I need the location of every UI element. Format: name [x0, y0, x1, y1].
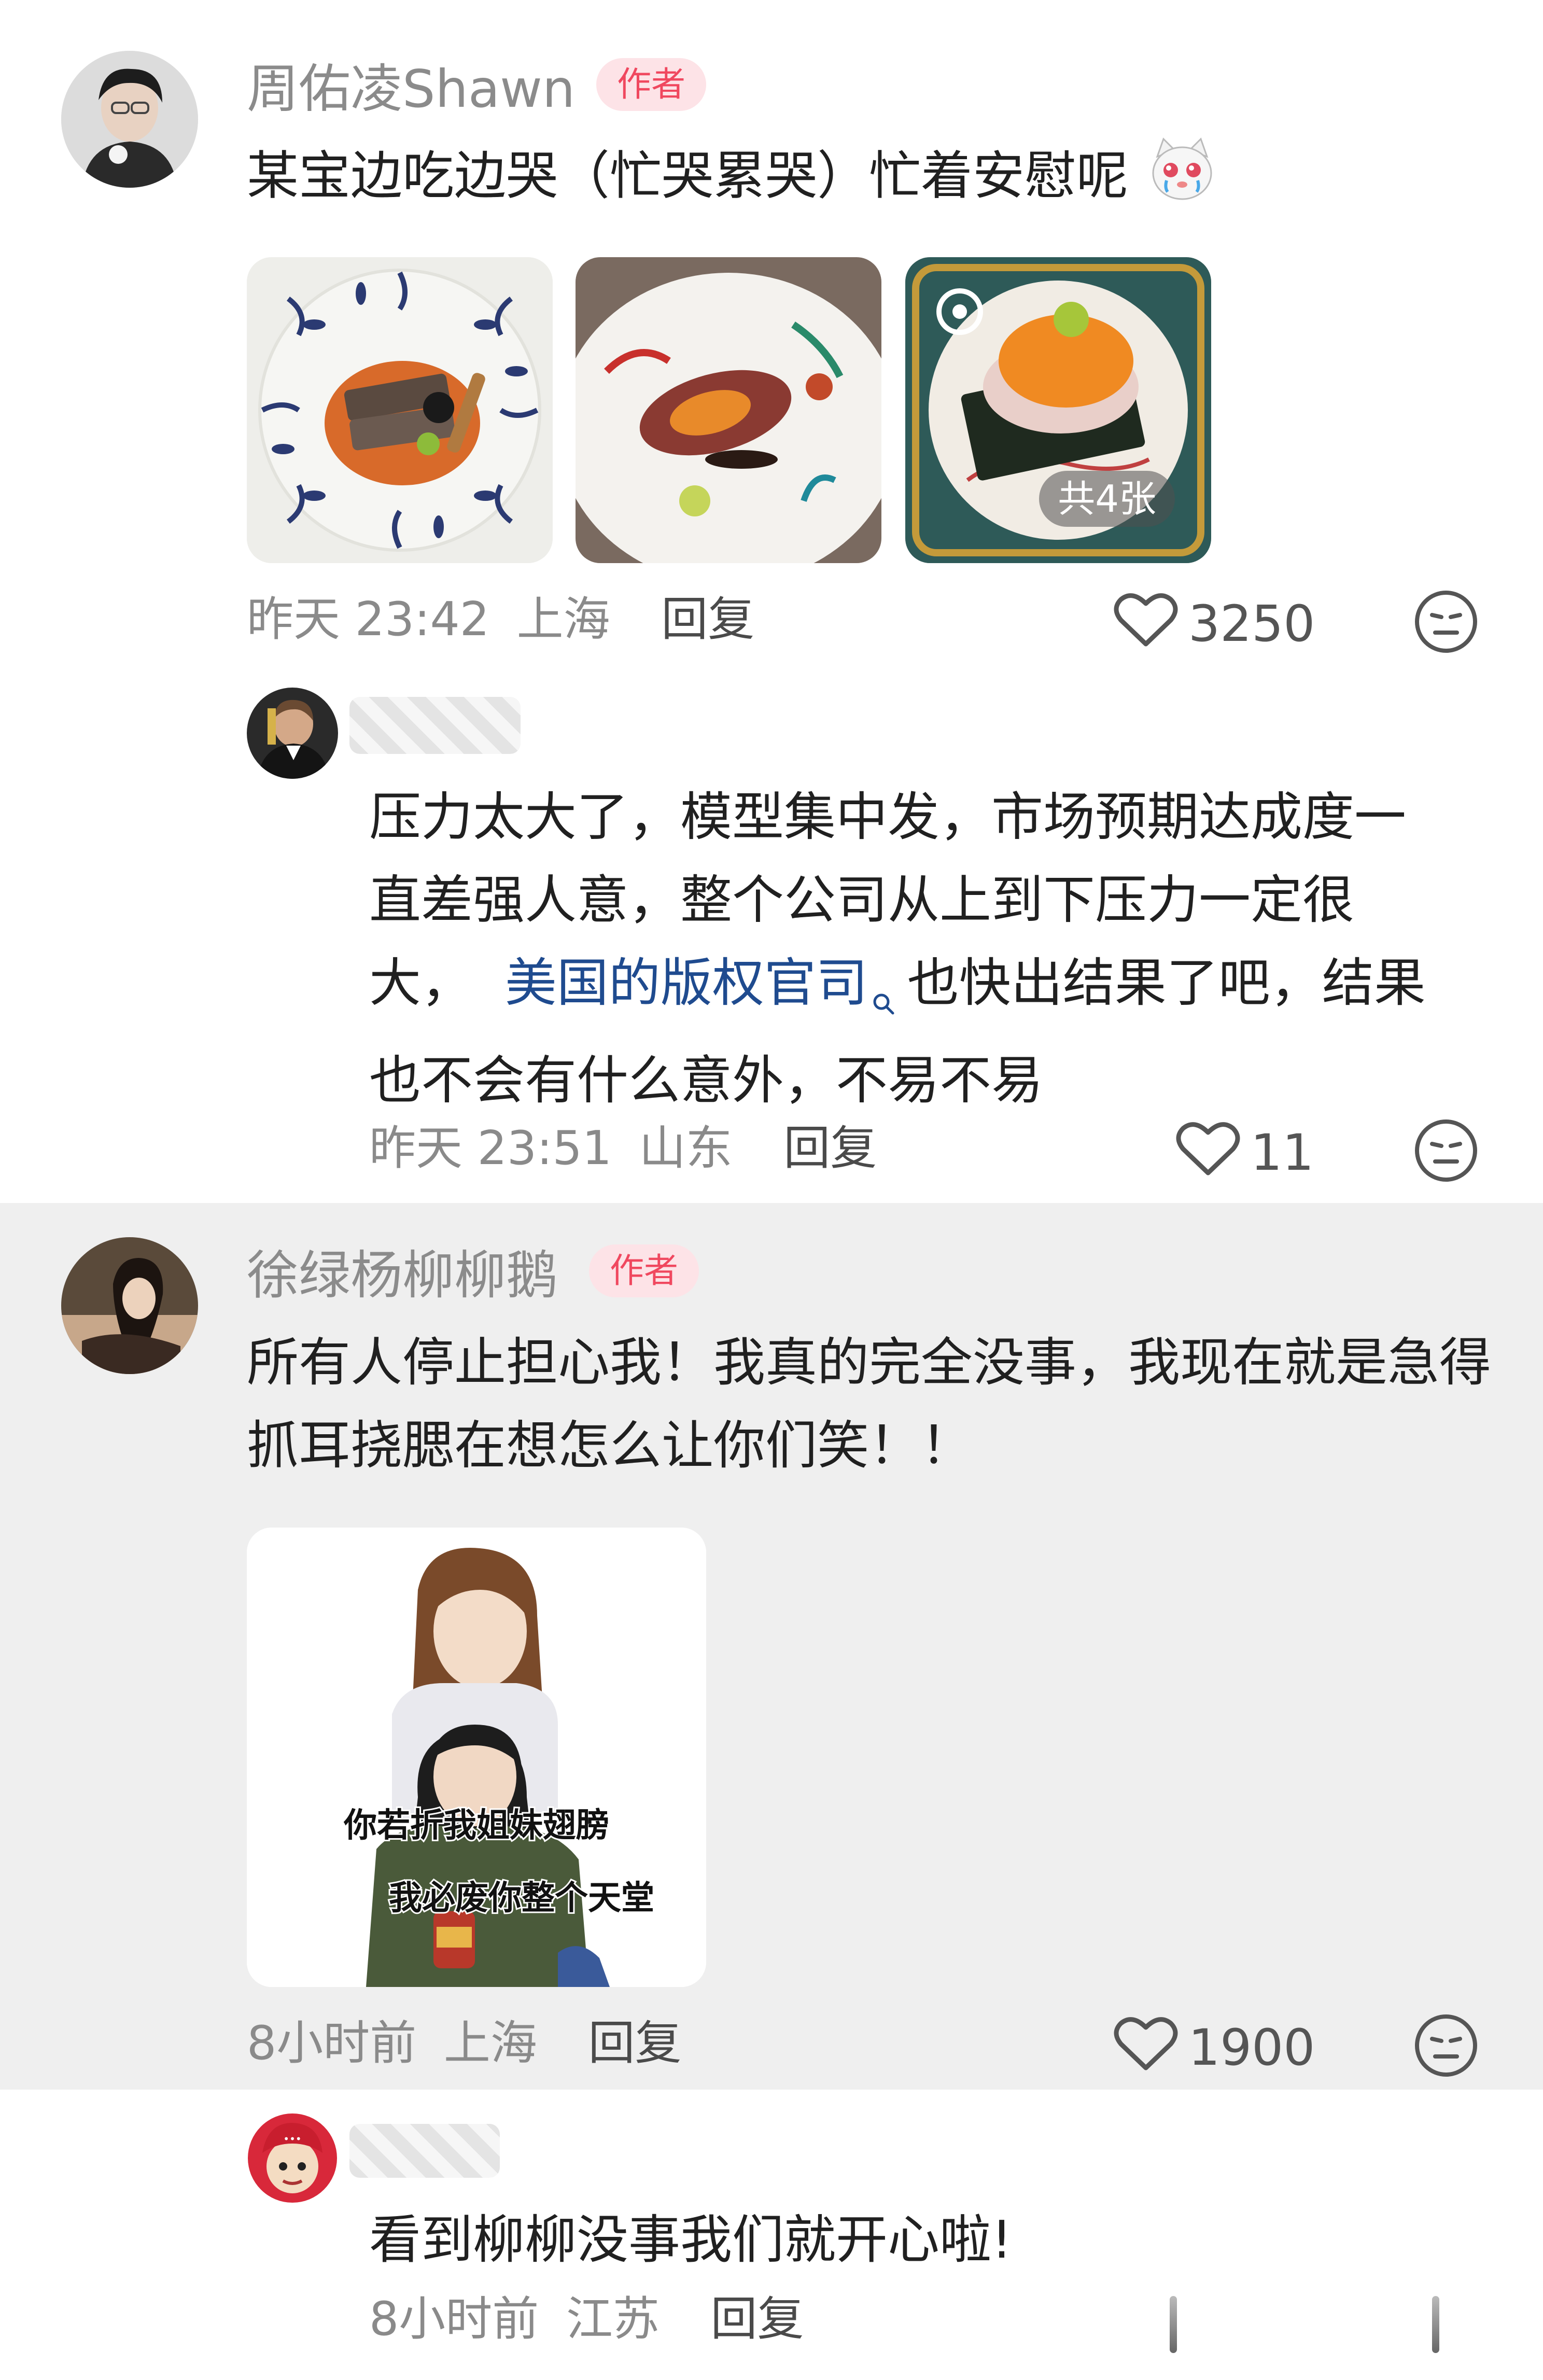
sticker-caption-line1: 你若折我姐妹翅膀 — [343, 1807, 609, 1845]
neutral-face-icon[interactable] — [1413, 1118, 1479, 1185]
like-button[interactable]: 11 — [1176, 1120, 1314, 1185]
svg-text:•••: ••• — [283, 2133, 301, 2145]
comment-photo-2[interactable] — [576, 257, 881, 563]
avatar[interactable] — [61, 51, 198, 188]
search-icon[interactable] — [871, 956, 895, 1039]
comment-time: 昨天 23:42 — [247, 592, 489, 647]
image-count-badge: 共4张 — [1039, 471, 1175, 527]
reply-time: 昨天 23:51 — [369, 1121, 612, 1175]
comment-photo-3[interactable]: 共4张 — [905, 257, 1211, 563]
author-badge: 作者 — [589, 1244, 699, 1297]
author-badge: 作者 — [596, 58, 706, 111]
comment-meta: 昨天 23:42 上海 回复 — [247, 596, 754, 643]
heart-outline-icon — [1114, 591, 1188, 656]
like-count: 3250 — [1188, 594, 1315, 653]
search-link[interactable]: 美国的版权官司 — [505, 953, 868, 1013]
reply-text: 看到柳柳没事我们就开心啦! — [369, 2209, 1013, 2270]
like-count: 11 — [1251, 1123, 1314, 1182]
reply-meta: 昨天 23:51 山东 回复 — [369, 1125, 877, 1172]
comment-location: 上海 — [443, 2016, 537, 2070]
scroll-indicator — [1432, 2296, 1439, 2353]
neutral-face-icon[interactable] — [1413, 589, 1479, 656]
sticker-caption-line2: 我必废你整个天堂 — [389, 1879, 654, 1917]
reply-meta: 8小时前 江苏 回复 — [369, 2296, 804, 2343]
neutral-face-icon[interactable] — [1413, 2013, 1479, 2080]
avatar[interactable] — [61, 1237, 198, 1374]
comment-text-body: 某宝边吃边哭（忙哭累哭）忙着安慰呢 — [247, 145, 1128, 206]
comment-author-name[interactable]: 周佑凌Shawn — [247, 63, 575, 115]
heart-outline-icon — [1176, 1120, 1251, 1185]
comment-time: 8小时前 — [247, 2016, 417, 2070]
reply-location: 江苏 — [566, 2292, 660, 2346]
blurred-username — [349, 2124, 500, 2178]
like-count: 1900 — [1188, 2018, 1315, 2077]
reply-button[interactable]: 回复 — [661, 592, 754, 647]
like-button[interactable]: 1900 — [1114, 2015, 1315, 2080]
like-button[interactable]: 3250 — [1114, 591, 1315, 656]
comment-photo-1[interactable] — [247, 257, 553, 563]
avatar[interactable]: ••• — [247, 2112, 338, 2204]
reply-button[interactable]: 回复 — [710, 2292, 804, 2346]
crying-cat-icon — [1148, 136, 1216, 223]
comment-text: 某宝边吃边哭（忙哭累哭）忙着安慰呢 — [247, 136, 1439, 223]
comment-text: 所有人停止担心我！我真的完全没事，我现在就是急得抓耳挠腮在想怎么让你们笑！！ — [247, 1332, 1491, 1476]
scroll-indicator — [1170, 2296, 1177, 2353]
comment-meta: 8小时前 上海 回复 — [247, 2020, 681, 2067]
reply-location: 山东 — [639, 1121, 733, 1175]
heart-outline-icon — [1114, 2015, 1188, 2080]
avatar[interactable] — [247, 688, 338, 779]
comment-thread: 周佑凌Shawn 作者 某宝边吃边哭（忙哭累哭）忙着安慰呢 共4张 昨天 23:… — [0, 0, 1543, 2380]
comment-location: 上海 — [516, 592, 610, 647]
reply-time: 8小时前 — [369, 2292, 539, 2346]
comment-author-name[interactable]: 徐绿杨柳柳鹅 — [247, 1250, 558, 1301]
blurred-username — [349, 697, 521, 754]
comment-sticker-image[interactable]: 你若折我姐妹翅膀 我必废你整个天堂 — [247, 1528, 706, 1987]
reply-button[interactable]: 回复 — [588, 2016, 681, 2070]
reply-text: 压力太大了，模型集中发，市场预期达成度一直差强人意，整个公司从上到下压力一定很大… — [369, 776, 1453, 1122]
reply-button[interactable]: 回复 — [783, 1121, 877, 1175]
